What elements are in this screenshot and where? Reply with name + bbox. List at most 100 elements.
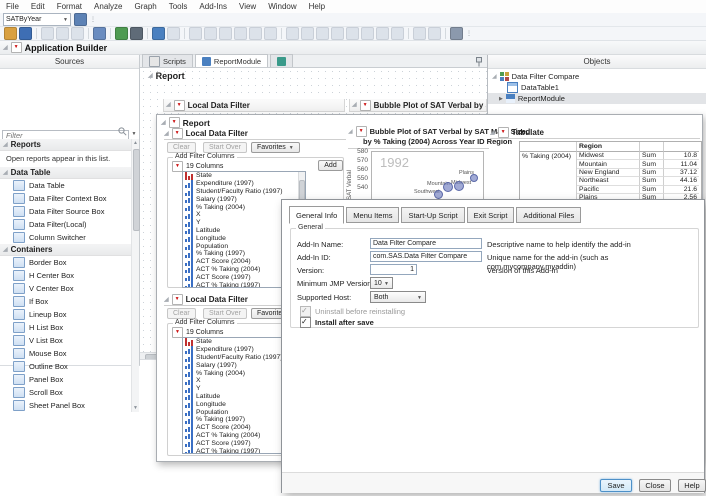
run-application-icon[interactable] <box>450 27 463 40</box>
bubble-southwest[interactable] <box>434 190 443 199</box>
sources-section-reports[interactable]: Reports <box>0 139 131 151</box>
menu-window[interactable]: Window <box>262 2 302 11</box>
start-over-button[interactable]: Start Over <box>203 142 247 153</box>
sources-item-panel-box[interactable]: Panel Box <box>0 373 131 386</box>
red-triangle-menu-icon[interactable] <box>360 100 371 111</box>
scroll-up-icon[interactable]: ▲ <box>132 139 139 147</box>
save-button[interactable]: Save <box>600 479 632 492</box>
local-data-filter-1-header[interactable]: Local Data Filter <box>164 128 346 140</box>
objects-item-reportmodule[interactable]: ReportModule <box>488 93 706 104</box>
red-triangle-menu-icon[interactable] <box>172 128 183 139</box>
outline-disclosure-icon[interactable] <box>348 129 353 135</box>
menu-file[interactable]: File <box>0 2 25 11</box>
red-triangle-menu-icon[interactable] <box>174 100 185 111</box>
journal-quick-icon[interactable] <box>74 13 87 26</box>
sources-item-v-list-box[interactable]: V List Box <box>0 334 131 347</box>
menu-analyze[interactable]: Analyze <box>88 2 128 11</box>
sources-item-data-filter-source-box[interactable]: Data Filter Source Box <box>0 205 131 218</box>
column-item[interactable]: Expenditure (1997) <box>183 180 305 188</box>
red-triangle-menu-icon[interactable] <box>356 126 367 137</box>
tab-start-up-script[interactable]: Start-Up Script <box>401 207 464 223</box>
outline-disclosure-icon[interactable] <box>164 131 169 137</box>
red-triangle-menu-icon[interactable] <box>11 42 22 53</box>
supported-host-dropdown[interactable]: Both <box>370 291 426 303</box>
sources-item-sheet-panel-box[interactable]: Sheet Panel Box <box>0 399 131 412</box>
help-button[interactable]: Help <box>678 479 706 492</box>
objects-item-app[interactable]: Data Filter Compare <box>488 71 706 82</box>
sources-section-data-table[interactable]: Data Table <box>0 167 131 179</box>
toolbar2-overflow-handle[interactable]: ⋮ <box>466 30 473 37</box>
tab-scripts[interactable]: Scripts <box>142 54 193 67</box>
tab-report-module[interactable]: ReportModule <box>195 54 268 67</box>
bubble-plot-header[interactable]: Bubble Plot of SAT Verbal by SAT Math Si… <box>348 126 489 149</box>
red-triangle-menu-icon[interactable] <box>498 127 509 138</box>
menu-help[interactable]: Help <box>303 2 331 11</box>
menu-add-ins[interactable]: Add-Ins <box>193 2 233 11</box>
menu-format[interactable]: Format <box>51 2 88 11</box>
section-disclosure-icon[interactable] <box>3 247 8 253</box>
outline-disclosure-icon[interactable] <box>3 45 8 51</box>
clear-button[interactable]: Clear <box>167 142 196 153</box>
column-item[interactable]: State <box>183 172 305 180</box>
open-file-icon[interactable] <box>4 27 17 40</box>
tree-disclosure-icon[interactable] <box>492 74 497 80</box>
outline-disclosure-icon[interactable] <box>352 102 357 108</box>
script-combo[interactable]: SATByYear <box>3 13 71 26</box>
sources-item-data-filter-context-box[interactable]: Data Filter Context Box <box>0 192 131 205</box>
menu-view[interactable]: View <box>233 2 262 11</box>
install-after-save-checkbox[interactable] <box>300 317 311 328</box>
menu-graph[interactable]: Graph <box>129 2 163 11</box>
sources-item-h-list-box[interactable]: H List Box <box>0 321 131 334</box>
journal-icon[interactable] <box>93 27 106 40</box>
sources-item-data-table[interactable]: Data Table <box>0 179 131 192</box>
sources-item-h-center-box[interactable]: H Center Box <box>0 269 131 282</box>
outline-disclosure-icon[interactable] <box>161 120 166 126</box>
favorites-dropdown[interactable]: Favorites <box>251 142 300 153</box>
tab-general-info[interactable]: General Info <box>289 206 344 224</box>
column-item[interactable]: Student/Faculty Ratio (1997) <box>183 188 305 196</box>
sources-item-data-filter-local[interactable]: Data Filter(Local) <box>0 218 131 231</box>
sources-item-scroll-box[interactable]: Scroll Box <box>0 386 131 399</box>
data-table-window-icon[interactable] <box>152 27 165 40</box>
outline-disclosure-icon[interactable] <box>164 297 169 303</box>
section-disclosure-icon[interactable] <box>3 170 8 176</box>
design-local-data-filter-header[interactable]: Local Data Filter <box>163 99 345 112</box>
filter-options-caret-icon[interactable] <box>130 125 138 137</box>
tab-menu-items[interactable]: Menu Items <box>346 207 399 223</box>
menu-edit[interactable]: Edit <box>25 2 51 11</box>
outline-disclosure-icon[interactable] <box>166 102 171 108</box>
bubble-mountain[interactable] <box>443 182 453 192</box>
sources-item-mouse-box[interactable]: Mouse Box <box>0 347 131 360</box>
outline-disclosure-icon[interactable] <box>148 73 153 79</box>
sources-item-lineup-box[interactable]: Lineup Box <box>0 308 131 321</box>
sources-scrollbar[interactable]: ▲ ▼ <box>131 139 139 412</box>
sources-item-column-switcher[interactable]: Column Switcher <box>0 231 131 244</box>
sources-item-v-center-box[interactable]: V Center Box <box>0 282 131 295</box>
sources-item-if-box[interactable]: If Box <box>0 295 131 308</box>
close-button[interactable]: Close <box>639 479 671 492</box>
toolbar-overflow-handle[interactable]: ⋮ <box>90 16 97 23</box>
add-in-id-input[interactable] <box>370 251 482 262</box>
save-icon[interactable] <box>19 27 32 40</box>
minimum-jmp-version-dropdown[interactable]: 10 <box>370 277 393 289</box>
red-triangle-menu-icon[interactable] <box>172 294 183 305</box>
sources-section-containers[interactable]: Containers <box>0 244 131 256</box>
new-window-icon[interactable] <box>115 27 128 40</box>
objects-item-datatable1[interactable]: DataTable1 <box>488 82 706 93</box>
clear-button[interactable]: Clear <box>167 308 196 319</box>
tab-new-module[interactable] <box>270 54 293 67</box>
add-button[interactable]: Add <box>318 160 343 171</box>
add-in-name-input[interactable] <box>370 238 482 249</box>
combo-caret-icon[interactable] <box>63 16 68 23</box>
scrollbar-thumb[interactable] <box>133 149 140 231</box>
version-input[interactable] <box>370 264 417 275</box>
bubble-midwest[interactable] <box>454 181 464 191</box>
tabulate-header[interactable]: Tabulate <box>490 127 700 139</box>
design-bubble-plot-header[interactable]: Bubble Plot of SAT Verbal by SAT Math Si… <box>349 99 487 112</box>
red-triangle-menu-icon[interactable] <box>169 117 180 128</box>
bubble-plains[interactable] <box>470 174 478 182</box>
outline-disclosure-icon[interactable] <box>490 130 495 136</box>
start-over-button[interactable]: Start Over <box>203 308 247 319</box>
sources-item-outline-box[interactable]: Outline Box <box>0 360 131 373</box>
preferences-icon[interactable] <box>130 27 143 40</box>
